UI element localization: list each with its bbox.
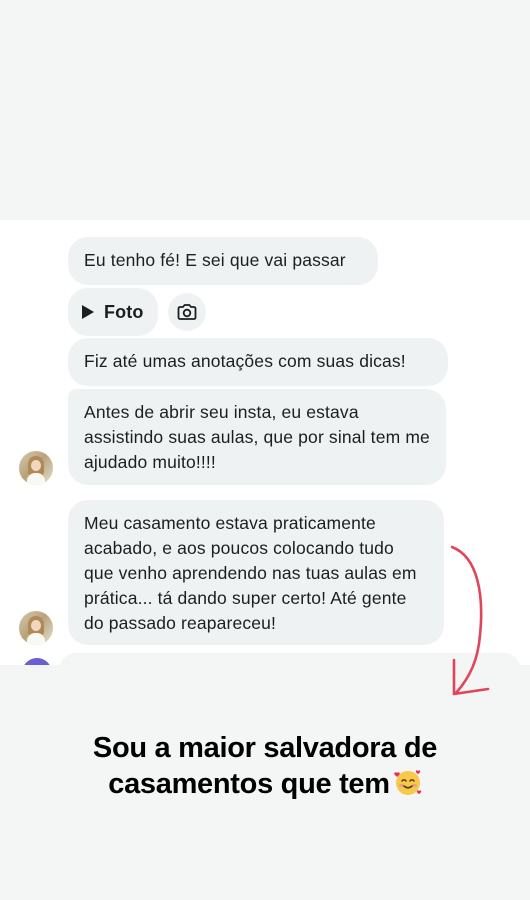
message-text: Eu tenho fé! E sei que vai passar [84,250,346,270]
message-bubble[interactable]: Fiz até umas anotações com suas dicas! [68,338,448,386]
message-text: Meu casamento estava praticamente acabad… [84,513,417,633]
smiling-face-with-hearts-icon [394,770,421,795]
caption: Sou a maior salvadora de casamentos que … [0,730,530,802]
message-text: Antes de abrir seu insta, eu estava assi… [84,402,430,472]
message-bubble[interactable]: Meu casamento estava praticamente acabad… [68,500,444,645]
camera-icon [177,304,197,320]
arrow-down-icon [450,545,490,696]
avatar[interactable] [19,611,53,645]
caption-line-2-text: casamentos que tem [108,768,390,800]
top-background [0,0,530,220]
caption-line-1: Sou a maior salvadora de [92,732,438,764]
avatar[interactable] [19,451,53,485]
photo-attachment-button[interactable]: Foto [68,288,158,336]
message-bubble[interactable]: Eu tenho fé! E sei que vai passar [68,237,378,285]
play-icon [82,305,94,319]
camera-button[interactable] [168,293,206,331]
avatar-partial [22,658,52,665]
message-bubble[interactable]: Antes de abrir seu insta, eu estava assi… [68,389,446,485]
message-text: Fiz até umas anotações com suas dicas! [84,351,406,371]
caption-line-2: casamentos que tem [0,766,530,802]
photo-label: Foto [104,301,144,322]
